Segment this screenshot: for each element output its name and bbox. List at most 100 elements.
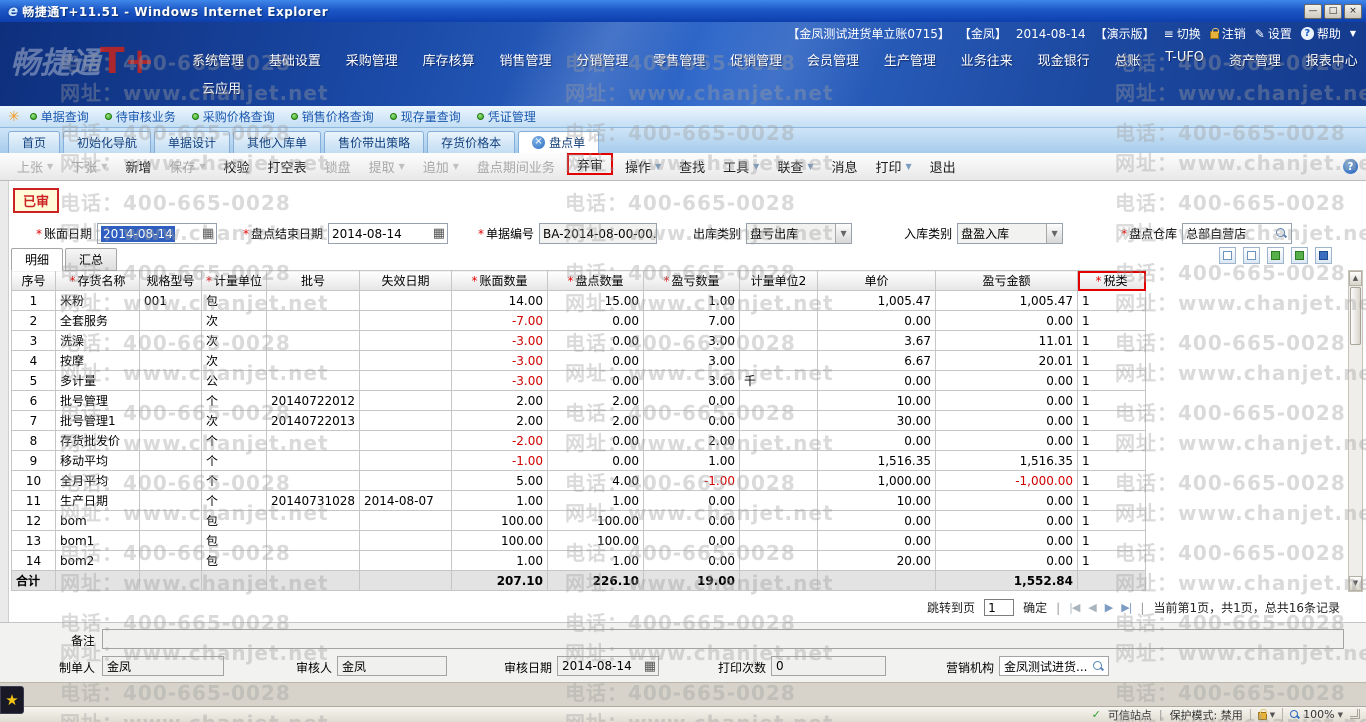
grid-cell[interactable]: 2.00 — [548, 391, 644, 411]
toolbar-退出[interactable]: 退出 — [921, 153, 965, 180]
grid-cell[interactable]: 3.00 — [644, 371, 740, 391]
grid-cell[interactable]: 全月平均 — [56, 471, 140, 491]
grid-cell[interactable]: 0.00 — [936, 391, 1078, 411]
zoom-control[interactable]: 100% ▼ — [1282, 708, 1343, 721]
grid-cell[interactable]: 20140722012 — [267, 391, 360, 411]
toolbar-消息[interactable]: 消息 — [822, 153, 866, 180]
paste-icon[interactable] — [1243, 247, 1260, 264]
grid-cell[interactable]: 1.00 — [644, 451, 740, 471]
inbound-type-select[interactable]: 盘盈入库 ▼ — [957, 223, 1063, 244]
grid-cell[interactable] — [140, 431, 202, 451]
toolbar-help-icon[interactable]: ? — [1343, 159, 1358, 174]
grid-cell[interactable]: 1 — [1078, 391, 1146, 411]
menu-item[interactable]: 销售管理 — [500, 50, 552, 69]
grid-cell[interactable] — [360, 311, 452, 331]
grid-cell[interactable]: 0.00 — [936, 371, 1078, 391]
grid-cell[interactable]: 3 — [12, 331, 56, 351]
import-excel-icon[interactable] — [1267, 247, 1284, 264]
grid-cell[interactable]: 1.00 — [548, 551, 644, 571]
grid-cell[interactable]: 6.67 — [818, 351, 936, 371]
grid-cell[interactable]: 0.00 — [936, 431, 1078, 451]
grid-cell[interactable]: 3.67 — [818, 331, 936, 351]
toolbar-校验[interactable]: 校验 — [215, 153, 259, 180]
toolbar-打空表[interactable]: 打空表 — [259, 153, 316, 180]
grid-cell[interactable]: -3.00 — [452, 331, 548, 351]
grid-cell[interactable] — [140, 351, 202, 371]
grid-cell[interactable]: -2.00 — [452, 431, 548, 451]
settings-link[interactable]: ✎设置 — [1255, 25, 1292, 42]
grid-cell[interactable] — [267, 351, 360, 371]
grid-cell[interactable] — [360, 511, 452, 531]
menu-item[interactable]: 报表中心 — [1306, 50, 1358, 69]
chevron-down-icon[interactable]: ▼ — [1350, 29, 1356, 38]
grid-cell[interactable]: -1.00 — [644, 471, 740, 491]
vertical-scrollbar[interactable]: ▲ ▼ — [1348, 270, 1363, 592]
close-icon[interactable]: × — [532, 136, 545, 149]
grid-cell[interactable] — [267, 471, 360, 491]
grid-cell[interactable]: -7.00 — [452, 311, 548, 331]
menu-item[interactable]: T-UFO — [1165, 50, 1204, 69]
chevron-down-icon[interactable]: ▼ — [1046, 224, 1062, 243]
quickbar-item[interactable]: 待审核业务 — [105, 108, 176, 125]
grid-cell[interactable]: 11 — [12, 491, 56, 511]
tab-售价带出策略[interactable]: 售价带出策略 — [324, 131, 424, 153]
grid-cell[interactable]: 0.00 — [548, 371, 644, 391]
grid-cell[interactable]: 0.00 — [644, 411, 740, 431]
grid-cell[interactable]: 13 — [12, 531, 56, 551]
grid-cell[interactable] — [140, 331, 202, 351]
grid-cell[interactable]: 1 — [1078, 551, 1146, 571]
grid-cell[interactable]: 0.00 — [818, 371, 936, 391]
grid-cell[interactable]: 个 — [202, 451, 267, 471]
grid-cell[interactable]: 1 — [1078, 371, 1146, 391]
grid-cell[interactable]: 0.00 — [548, 331, 644, 351]
table-row[interactable]: 12bom包100.00100.000.000.000.001 — [12, 511, 1146, 531]
grid-cell[interactable]: 0.00 — [548, 311, 644, 331]
grid-cell[interactable] — [267, 371, 360, 391]
logout-link[interactable]: 注销 — [1210, 25, 1246, 42]
grid-cell[interactable] — [740, 351, 818, 371]
grid-cell[interactable] — [740, 511, 818, 531]
grid-cell[interactable] — [140, 551, 202, 571]
grid-cell[interactable]: 个 — [202, 471, 267, 491]
grid-cell[interactable]: 按摩 — [56, 351, 140, 371]
grid-cell[interactable] — [360, 291, 452, 311]
menu-item[interactable]: 促销管理 — [730, 50, 782, 69]
table-row[interactable]: 5多计量公-3.000.003.00千0.000.001 — [12, 371, 1146, 391]
remark-input[interactable] — [102, 629, 1344, 649]
grid-cell[interactable]: 100.00 — [452, 531, 548, 551]
grid-cell[interactable]: 1 — [1078, 471, 1146, 491]
grid-cell[interactable] — [740, 431, 818, 451]
grid-cell[interactable]: 多计量 — [56, 371, 140, 391]
tab-summary[interactable]: 汇总 — [65, 248, 117, 271]
grid-cell[interactable]: -3.00 — [452, 371, 548, 391]
grid-cell[interactable]: 100.00 — [548, 511, 644, 531]
grid-cell[interactable]: 1,000.00 — [818, 471, 936, 491]
scroll-down-icon[interactable]: ▼ — [1349, 576, 1362, 591]
toolbar-新增[interactable]: 新增 — [116, 153, 160, 180]
grid-cell[interactable]: 9 — [12, 451, 56, 471]
grid-cell[interactable]: 公 — [202, 371, 267, 391]
grid-cell[interactable] — [267, 451, 360, 471]
grid-cell[interactable] — [267, 291, 360, 311]
menu-item[interactable]: 云应用 — [202, 78, 241, 97]
toolbar-联查[interactable]: 联查▼ — [768, 153, 822, 180]
table-row[interactable]: 4按摩次-3.000.003.006.6720.011 — [12, 351, 1146, 371]
menu-item[interactable]: 分销管理 — [576, 50, 628, 69]
grid-cell[interactable]: 1,005.47 — [818, 291, 936, 311]
export-excel-icon[interactable] — [1291, 247, 1308, 264]
grid-cell[interactable]: 4.00 — [548, 471, 644, 491]
grid-cell[interactable]: 11.01 — [936, 331, 1078, 351]
grid-cell[interactable]: 次 — [202, 411, 267, 431]
grid-cell[interactable] — [267, 331, 360, 351]
table-row[interactable]: 2全套服务次-7.000.007.000.000.001 — [12, 311, 1146, 331]
grid-cell[interactable] — [140, 511, 202, 531]
grid-cell[interactable] — [740, 531, 818, 551]
grid-cell[interactable]: 1,005.47 — [936, 291, 1078, 311]
grid-cell[interactable] — [740, 551, 818, 571]
grid-cell[interactable]: 洗澡 — [56, 331, 140, 351]
menu-item[interactable]: 总账 — [1115, 50, 1141, 69]
grid-cell[interactable]: 0.00 — [644, 511, 740, 531]
grid-cell[interactable]: 1.00 — [644, 291, 740, 311]
copy-icon[interactable] — [1219, 247, 1236, 264]
grid-cell[interactable]: 20140731028 — [267, 491, 360, 511]
